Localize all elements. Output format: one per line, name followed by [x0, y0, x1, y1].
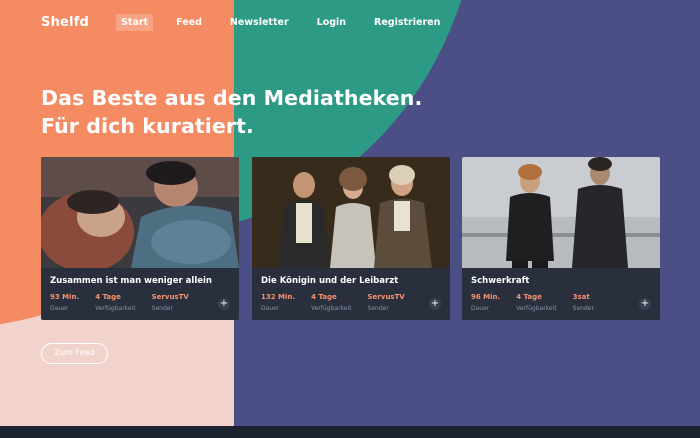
hero-line-2: Für dich kuratiert.	[41, 114, 254, 138]
duration-value: 96 Min.	[471, 293, 501, 301]
hero-line-1: Das Beste aus den Mediatheken.	[41, 86, 423, 110]
channel-label: Sender	[151, 305, 173, 312]
plus-icon[interactable]: +	[429, 298, 441, 310]
duration-label: Dauer	[471, 305, 490, 312]
card-body: Zusammen ist man weniger allein 93 Min. …	[41, 268, 239, 312]
logo[interactable]: Shelfd	[41, 15, 89, 30]
zum-feed-button[interactable]: Zum Feed	[41, 343, 108, 364]
footer-bar	[0, 426, 700, 438]
card-meta: 132 Min. Dauer 4 Tage Verfügbarkeit Serv…	[261, 293, 441, 312]
channel-value: 3sat	[572, 293, 590, 301]
availability-value: 4 Tage	[95, 293, 121, 301]
duration-value: 93 Min.	[50, 293, 80, 301]
plus-icon[interactable]: +	[218, 298, 230, 310]
availability-value: 4 Tage	[516, 293, 542, 301]
card-body: Die Königin und der Leibarzt 132 Min. Da…	[252, 268, 450, 312]
hero-headline: Das Beste aus den Mediatheken. Für dich …	[41, 84, 422, 140]
nav-item-login[interactable]: Login	[312, 14, 351, 31]
top-nav: Shelfd Start Feed Newsletter Login Regis…	[41, 12, 463, 32]
duration-label: Dauer	[50, 305, 69, 312]
nav-item-feed[interactable]: Feed	[171, 14, 207, 31]
duration-value: 132 Min.	[261, 293, 296, 301]
movie-card[interactable]: Die Königin und der Leibarzt 132 Min. Da…	[252, 157, 450, 320]
availability-label: Verfügbarkeit	[516, 305, 557, 312]
duration-label: Dauer	[261, 305, 280, 312]
card-title[interactable]: Die Königin und der Leibarzt	[261, 276, 441, 286]
movie-thumbnail[interactable]	[462, 157, 660, 268]
card-title[interactable]: Schwerkraft	[471, 276, 651, 286]
movie-thumbnail[interactable]	[252, 157, 450, 268]
availability-label: Verfügbarkeit	[311, 305, 352, 312]
plus-icon[interactable]: +	[639, 298, 651, 310]
card-meta: 93 Min. Dauer 4 Tage Verfügbarkeit Servu…	[50, 293, 230, 312]
availability-label: Verfügbarkeit	[95, 305, 136, 312]
card-body: Schwerkraft 96 Min. Dauer 4 Tage Verfügb…	[462, 268, 660, 312]
nav-item-registrieren[interactable]: Registrieren	[369, 14, 445, 31]
channel-value: ServusTV	[367, 293, 405, 301]
nav-item-start[interactable]: Start	[116, 13, 154, 31]
channel-label: Sender	[572, 305, 594, 312]
movie-card[interactable]: Zusammen ist man weniger allein 93 Min. …	[41, 157, 239, 320]
nav-item-newsletter[interactable]: Newsletter	[225, 14, 294, 31]
card-title[interactable]: Zusammen ist man weniger allein	[50, 276, 230, 286]
movie-card[interactable]: Schwerkraft 96 Min. Dauer 4 Tage Verfügb…	[462, 157, 660, 320]
availability-value: 4 Tage	[311, 293, 337, 301]
channel-value: ServusTV	[151, 293, 189, 301]
movie-thumbnail[interactable]	[41, 157, 239, 268]
card-meta: 96 Min. Dauer 4 Tage Verfügbarkeit 3sat …	[471, 293, 651, 312]
channel-label: Sender	[367, 305, 389, 312]
